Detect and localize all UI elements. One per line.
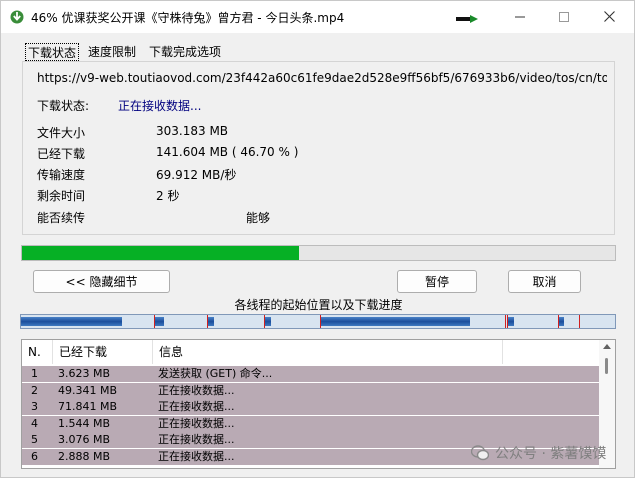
row-downloaded: 2.888 MB xyxy=(58,449,111,463)
minimize-icon xyxy=(514,16,525,17)
thread-start-marker xyxy=(207,315,208,328)
status-label: 下载状态: xyxy=(37,99,90,113)
thread-start-marker xyxy=(264,315,265,328)
progress-fill xyxy=(22,246,299,260)
download-window: 46% 优课获奖公开课《守株待兔》曾方君 - 今日头条.mp4 下载状态 速度限… xyxy=(0,0,635,478)
thread-start-marker xyxy=(320,315,321,328)
downloaded-label: 已经下载 xyxy=(37,147,86,161)
row-info: 发送获取 (GET) 命令... xyxy=(158,367,273,380)
watermark: 公众号 · 紫薯馍馍 xyxy=(471,443,606,463)
speed-value: 69.912 MB/秒 xyxy=(156,168,237,182)
tab-speed-limit[interactable]: 速度限制 xyxy=(86,43,138,61)
table-row[interactable]: 1 3.623 MB 发送获取 (GET) 命令... xyxy=(22,366,599,382)
tab-complete-options[interactable]: 下载完成选项 xyxy=(147,43,223,61)
scroll-thumb[interactable] xyxy=(605,358,608,374)
cancel-button[interactable]: 取消 xyxy=(508,270,581,293)
title-bar[interactable]: 46% 优课获奖公开课《守株待兔》曾方君 - 今日头条.mp4 xyxy=(1,1,634,33)
row-info: 正在接收数据... xyxy=(158,416,235,430)
table-row[interactable]: 2 49.341 MB 正在接收数据... xyxy=(22,382,599,399)
row-number: 3 xyxy=(31,400,38,413)
status-panel xyxy=(22,61,615,235)
arrow-right-icon xyxy=(456,15,478,23)
row-info: 正在接收数据... xyxy=(158,400,235,413)
thread-segment xyxy=(155,317,164,326)
status-value: 正在接收数据... xyxy=(118,99,202,113)
file-size-value: 303.183 MB xyxy=(156,124,229,138)
column-header-downloaded[interactable]: 已经下载 xyxy=(53,340,153,364)
resume-support-label: 能否续传 xyxy=(37,211,86,225)
thread-segment xyxy=(508,317,514,326)
row-downloaded: 3.623 MB xyxy=(58,367,111,380)
thread-segment xyxy=(21,317,122,326)
row-number: 6 xyxy=(31,449,38,463)
column-header-extra[interactable] xyxy=(503,340,599,364)
close-button[interactable] xyxy=(587,1,632,32)
watermark-text: 公众号 · 紫薯馍馍 xyxy=(495,446,607,462)
row-number: 5 xyxy=(31,433,38,446)
thread-start-marker xyxy=(154,315,155,328)
remaining-time-value: 2 秒 xyxy=(156,189,180,203)
thread-progress-bar xyxy=(20,314,616,329)
maximize-icon xyxy=(558,11,569,22)
download-arrow-icon xyxy=(10,10,24,24)
thread-segment xyxy=(265,317,271,326)
resume-support-value: 能够 xyxy=(246,211,271,225)
thread-segment xyxy=(208,317,214,326)
row-number: 2 xyxy=(31,383,38,397)
threads-caption: 各线程的起始位置以及下载进度 xyxy=(234,298,403,312)
downloaded-value: 141.604 MB ( 46.70 % ) xyxy=(156,145,299,159)
thread-segment xyxy=(559,317,564,326)
download-progress-bar xyxy=(21,245,616,261)
row-info: 正在接收数据... xyxy=(158,433,235,446)
list-header: N. 已经下载 信息 xyxy=(22,340,599,364)
table-row[interactable]: 3 71.841 MB 正在接收数据... xyxy=(22,399,599,415)
table-row[interactable]: 4 1.544 MB 正在接收数据... xyxy=(22,415,599,432)
thread-segment xyxy=(321,317,470,326)
maximize-button[interactable] xyxy=(541,1,586,32)
row-info: 正在接收数据... xyxy=(158,449,235,463)
row-number: 4 xyxy=(31,416,38,430)
thread-start-marker xyxy=(507,315,508,328)
row-number: 1 xyxy=(31,367,38,380)
scroll-up-arrow-icon[interactable] xyxy=(603,344,611,349)
tab-download-status[interactable]: 下载状态 xyxy=(25,43,80,61)
thread-start-marker xyxy=(558,315,559,328)
thread-start-marker xyxy=(505,315,506,328)
thread-start-marker xyxy=(579,315,580,328)
window-title: 46% 优课获奖公开课《守株待兔》曾方君 - 今日头条.mp4 xyxy=(31,11,345,25)
hide-details-button[interactable]: << 隐藏细节 xyxy=(33,270,170,293)
download-url: https://v9-web.toutiaovod.com/23f442a60c… xyxy=(37,71,607,85)
close-icon xyxy=(604,11,615,22)
row-downloaded: 49.341 MB xyxy=(58,383,118,397)
file-size-label: 文件大小 xyxy=(37,126,86,140)
row-info: 正在接收数据... xyxy=(158,383,235,397)
remaining-time-label: 剩余时间 xyxy=(37,189,86,203)
row-downloaded: 3.076 MB xyxy=(58,433,111,446)
pause-button[interactable]: 暂停 xyxy=(397,270,477,293)
wechat-logo-icon xyxy=(471,445,489,461)
speed-label: 传输速度 xyxy=(37,168,86,182)
column-header-number[interactable]: N. xyxy=(22,340,53,364)
row-downloaded: 1.544 MB xyxy=(58,416,111,430)
row-downloaded: 71.841 MB xyxy=(58,400,118,413)
minimize-button[interactable] xyxy=(497,1,542,32)
column-header-info[interactable]: 信息 xyxy=(153,340,503,364)
